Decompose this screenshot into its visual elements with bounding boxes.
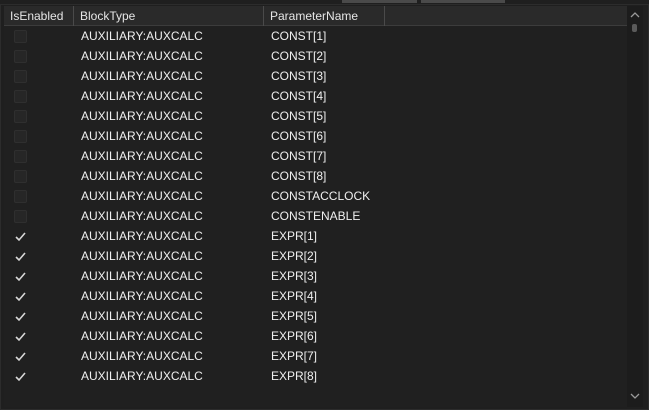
enabled-checkbox[interactable]: [14, 150, 27, 163]
table-row[interactable]: AUXILIARY:AUXCALC CONST[8]: [4, 166, 627, 186]
enabled-checkbox[interactable]: [14, 330, 27, 343]
parametername-cell[interactable]: CONST[6]: [271, 126, 326, 146]
checkmark-icon: [15, 312, 26, 322]
blocktype-cell[interactable]: AUXILIARY:AUXCALC: [81, 306, 203, 326]
parametername-cell[interactable]: CONST[3]: [271, 66, 326, 86]
column-header-blocktype[interactable]: BlockType: [74, 6, 264, 26]
blocktype-cell[interactable]: AUXILIARY:AUXCALC: [81, 266, 203, 286]
table-row[interactable]: AUXILIARY:AUXCALC EXPR[1]: [4, 226, 627, 246]
checkmark-icon: [15, 232, 26, 242]
table-row[interactable]: AUXILIARY:AUXCALC CONST[3]: [4, 66, 627, 86]
blocktype-cell[interactable]: AUXILIARY:AUXCALC: [81, 286, 203, 306]
parametername-cell[interactable]: CONST[2]: [271, 46, 326, 66]
column-header-parametername[interactable]: ParameterName: [264, 6, 385, 26]
vertical-scrollbar[interactable]: [627, 6, 643, 407]
blocktype-cell[interactable]: AUXILIARY:AUXCALC: [81, 226, 203, 246]
grid-header: IsEnabled BlockType ParameterName: [4, 6, 627, 26]
parametername-cell[interactable]: CONST[7]: [271, 146, 326, 166]
blocktype-cell[interactable]: AUXILIARY:AUXCALC: [81, 46, 203, 66]
enabled-checkbox[interactable]: [14, 310, 27, 323]
enabled-checkbox[interactable]: [14, 70, 27, 83]
enabled-checkbox[interactable]: [14, 250, 27, 263]
parametername-cell[interactable]: CONSTACCLOCK: [271, 186, 370, 206]
parametername-cell[interactable]: CONST[1]: [271, 26, 326, 46]
top-strip: [0, 0, 649, 4]
top-tab[interactable]: [342, 0, 417, 3]
parametername-cell[interactable]: EXPR[5]: [271, 306, 317, 326]
enabled-checkbox[interactable]: [14, 90, 27, 103]
enabled-checkbox[interactable]: [14, 170, 27, 183]
parametername-cell[interactable]: EXPR[7]: [271, 346, 317, 366]
blocktype-cell[interactable]: AUXILIARY:AUXCALC: [81, 366, 203, 386]
table-row[interactable]: AUXILIARY:AUXCALC CONSTENABLE: [4, 206, 627, 226]
top-tab[interactable]: [421, 0, 505, 3]
table-row[interactable]: AUXILIARY:AUXCALC EXPR[8]: [4, 366, 627, 386]
enabled-checkbox[interactable]: [14, 50, 27, 63]
table-row[interactable]: AUXILIARY:AUXCALC EXPR[2]: [4, 246, 627, 266]
table-row[interactable]: AUXILIARY:AUXCALC EXPR[5]: [4, 306, 627, 326]
parametername-cell[interactable]: EXPR[1]: [271, 226, 317, 246]
parametername-cell[interactable]: CONST[4]: [271, 86, 326, 106]
enabled-checkbox[interactable]: [14, 210, 27, 223]
scrollbar-thumb[interactable]: [632, 24, 637, 32]
parametername-cell[interactable]: EXPR[3]: [271, 266, 317, 286]
checkmark-icon: [15, 272, 26, 282]
table-row[interactable]: AUXILIARY:AUXCALC CONST[5]: [4, 106, 627, 126]
enabled-checkbox[interactable]: [14, 370, 27, 383]
grid-rows: AUXILIARY:AUXCALC CONST[1] AUXILIARY:AUXCA…: [4, 26, 627, 386]
table-row[interactable]: AUXILIARY:AUXCALC EXPR[6]: [4, 326, 627, 346]
parametername-cell[interactable]: CONST[5]: [271, 106, 326, 126]
checkmark-icon: [15, 252, 26, 262]
chevron-up-icon[interactable]: [627, 8, 643, 22]
enabled-checkbox[interactable]: [14, 190, 27, 203]
table-row[interactable]: AUXILIARY:AUXCALC EXPR[3]: [4, 266, 627, 286]
blocktype-cell[interactable]: AUXILIARY:AUXCALC: [81, 26, 203, 46]
enabled-checkbox[interactable]: [14, 270, 27, 283]
table-row[interactable]: AUXILIARY:AUXCALC CONST[4]: [4, 86, 627, 106]
table-row[interactable]: AUXILIARY:AUXCALC CONST[2]: [4, 46, 627, 66]
blocktype-cell[interactable]: AUXILIARY:AUXCALC: [81, 166, 203, 186]
enabled-checkbox[interactable]: [14, 30, 27, 43]
column-header-isenabled[interactable]: IsEnabled: [4, 6, 74, 26]
enabled-checkbox[interactable]: [14, 350, 27, 363]
enabled-checkbox[interactable]: [14, 130, 27, 143]
parametername-cell[interactable]: EXPR[2]: [271, 246, 317, 266]
checkmark-icon: [15, 332, 26, 342]
checkmark-icon: [15, 372, 26, 382]
blocktype-cell[interactable]: AUXILIARY:AUXCALC: [81, 246, 203, 266]
checkmark-icon: [15, 292, 26, 302]
parametername-cell[interactable]: CONST[8]: [271, 166, 326, 186]
parametername-cell[interactable]: CONSTENABLE: [271, 206, 360, 226]
parametername-cell[interactable]: EXPR[8]: [271, 366, 317, 386]
blocktype-cell[interactable]: AUXILIARY:AUXCALC: [81, 186, 203, 206]
table-row[interactable]: AUXILIARY:AUXCALC EXPR[4]: [4, 286, 627, 306]
enabled-checkbox[interactable]: [14, 290, 27, 303]
table-row[interactable]: AUXILIARY:AUXCALC CONSTACCLOCK: [4, 186, 627, 206]
table-row[interactable]: AUXILIARY:AUXCALC CONST[1]: [4, 26, 627, 46]
chevron-down-icon[interactable]: [627, 389, 643, 403]
table-row[interactable]: AUXILIARY:AUXCALC CONST[7]: [4, 146, 627, 166]
table-row[interactable]: AUXILIARY:AUXCALC EXPR[7]: [4, 346, 627, 366]
parametername-cell[interactable]: EXPR[6]: [271, 326, 317, 346]
enabled-checkbox[interactable]: [14, 230, 27, 243]
blocktype-cell[interactable]: AUXILIARY:AUXCALC: [81, 66, 203, 86]
blocktype-cell[interactable]: AUXILIARY:AUXCALC: [81, 206, 203, 226]
data-grid: IsEnabled BlockType ParameterName AUXILI…: [4, 6, 627, 407]
enabled-checkbox[interactable]: [14, 110, 27, 123]
parametername-cell[interactable]: EXPR[4]: [271, 286, 317, 306]
checkmark-icon: [15, 352, 26, 362]
blocktype-cell[interactable]: AUXILIARY:AUXCALC: [81, 106, 203, 126]
blocktype-cell[interactable]: AUXILIARY:AUXCALC: [81, 326, 203, 346]
table-row[interactable]: AUXILIARY:AUXCALC CONST[6]: [4, 126, 627, 146]
blocktype-cell[interactable]: AUXILIARY:AUXCALC: [81, 146, 203, 166]
blocktype-cell[interactable]: AUXILIARY:AUXCALC: [81, 346, 203, 366]
blocktype-cell[interactable]: AUXILIARY:AUXCALC: [81, 126, 203, 146]
blocktype-cell[interactable]: AUXILIARY:AUXCALC: [81, 86, 203, 106]
